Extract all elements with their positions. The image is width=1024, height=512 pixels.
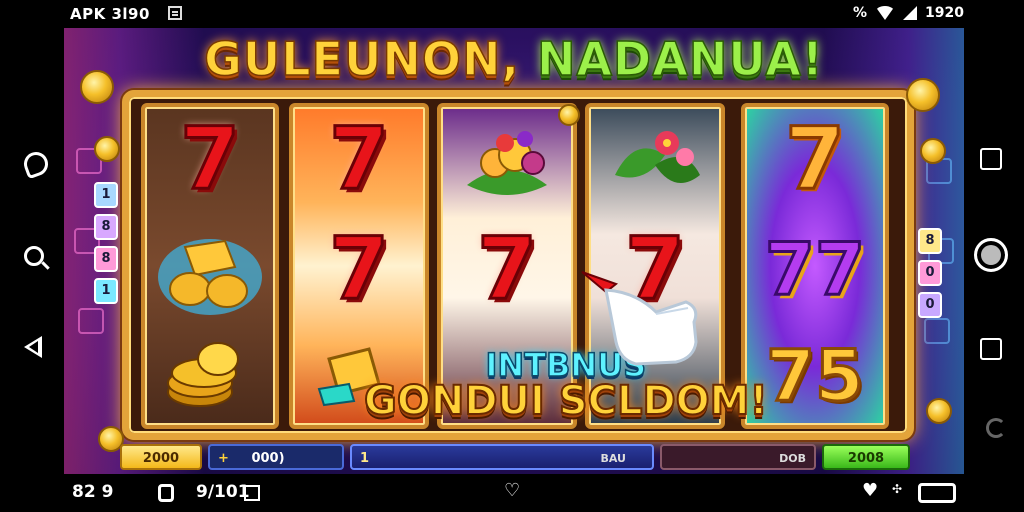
info-value: DOB xyxy=(779,452,806,465)
overview-icon[interactable] xyxy=(980,338,1002,360)
bet-value: 000) xyxy=(251,451,285,466)
battery-percent: % xyxy=(853,5,868,21)
gold-bars-symbol xyxy=(145,227,275,317)
lines-display[interactable]: 1 BAU xyxy=(350,444,654,470)
share-icon[interactable]: ✣ xyxy=(892,482,902,496)
game-title: GULEUNON, NADANUA! xyxy=(64,31,964,87)
status-bar: APK 3l90 % 1920 xyxy=(0,0,1024,28)
reel-1[interactable]: 7 xyxy=(141,103,279,429)
recent-apps-icon[interactable] xyxy=(980,148,1002,170)
status-app-text: APK 3l90 xyxy=(70,5,150,23)
heart-icon[interactable]: ♡ xyxy=(504,480,520,501)
system-center-text: 9/101 xyxy=(196,482,250,502)
system-left-number: 82 9 xyxy=(72,482,114,502)
back-icon[interactable] xyxy=(24,336,42,358)
notification-icon xyxy=(168,6,182,20)
right-navigation xyxy=(972,130,1012,370)
payline-marker: 8 xyxy=(918,228,942,254)
bet-button[interactable]: + 000) xyxy=(208,444,344,470)
seven-symbol: 7 xyxy=(179,108,242,211)
coin-icon xyxy=(558,104,580,126)
lines-value: 1 xyxy=(360,451,370,466)
bonus-banner: INTBNUS GONDUI SCLDOM! xyxy=(363,345,769,425)
credit-display: 2000 xyxy=(120,444,202,470)
seven-symbol: 7 xyxy=(328,108,391,211)
coin-icon xyxy=(926,398,952,424)
grid-icon[interactable] xyxy=(244,485,260,501)
seven-symbol: 7 xyxy=(476,218,539,321)
coin-icon xyxy=(94,136,120,162)
pause-icon[interactable] xyxy=(158,484,174,502)
flower-symbol xyxy=(589,115,721,209)
payline-marker: 1 xyxy=(94,278,118,304)
status-time: 1920 xyxy=(925,5,964,21)
left-navigation xyxy=(16,130,56,370)
home-button[interactable] xyxy=(974,238,1008,272)
plus-icon: + xyxy=(218,451,229,466)
payline-marker: 8 xyxy=(94,246,118,272)
seven-symbol: 7 xyxy=(784,108,847,211)
payline-marker: 0 xyxy=(918,292,942,318)
battery-icon xyxy=(918,483,956,503)
rotate-icon[interactable] xyxy=(986,418,1006,438)
payline-marker: 1 xyxy=(94,182,118,208)
search-icon[interactable] xyxy=(24,246,44,266)
payline-marker: 8 xyxy=(94,214,118,240)
fruit-symbol xyxy=(441,115,573,205)
hand-pointer-icon xyxy=(576,262,706,376)
left-payline-markers: 1 8 8 1 xyxy=(94,182,118,310)
title-part-gold: GULEUNON, xyxy=(203,31,520,87)
title-part-green: NADANUA! xyxy=(536,31,824,87)
system-bar: 82 9 9/101 ♡ ♥ ✣ xyxy=(0,474,1024,512)
seven-symbol: 7 xyxy=(328,218,391,321)
wifi-icon xyxy=(875,6,896,20)
heart-icon[interactable]: ♥ xyxy=(862,480,878,501)
signal-icon xyxy=(903,6,918,20)
info-label: BAU xyxy=(600,452,627,465)
bonus-subtitle: GONDUI SCLDOM! xyxy=(363,377,769,425)
win-display: 2008 xyxy=(822,444,910,470)
payline-marker: 0 xyxy=(918,260,942,286)
coin-icon xyxy=(920,138,946,164)
home-icon[interactable] xyxy=(20,148,52,180)
control-bar: 2000 + 000) 1 BAU DOB 2008 xyxy=(120,444,910,470)
neon-decoration xyxy=(78,308,104,334)
status-indicators: % 1920 xyxy=(853,5,964,21)
coin-stack-symbol xyxy=(145,337,275,421)
right-payline-markers: 8 0 0 xyxy=(918,228,942,324)
info-display: DOB xyxy=(660,444,816,470)
slot-game-screen: GULEUNON, NADANUA! 1 8 8 1 8 0 0 7 7 7 7… xyxy=(64,28,964,474)
double-seven-symbol: 77 xyxy=(763,226,866,313)
